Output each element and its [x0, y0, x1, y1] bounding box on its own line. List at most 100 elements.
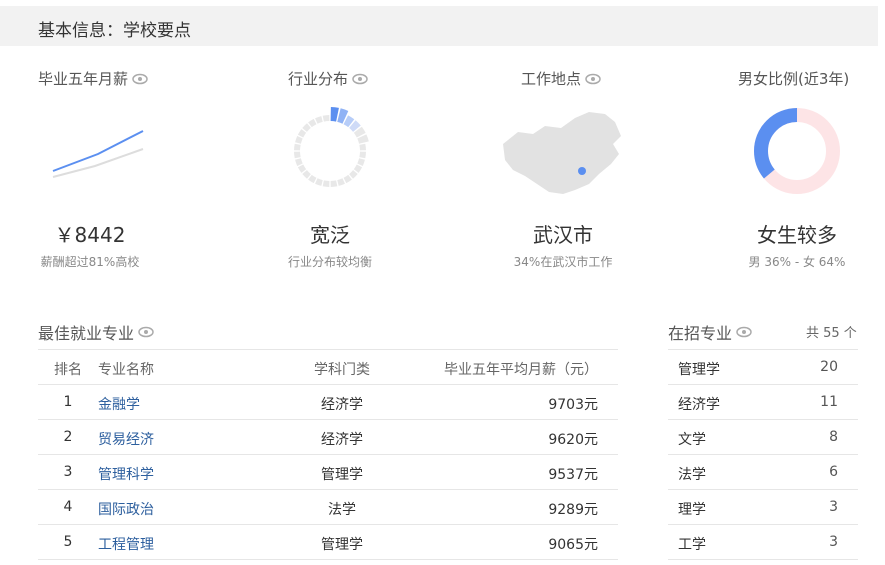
header-bar: 基本信息：学校要点: [0, 6, 878, 46]
industry-segment: [295, 158, 303, 166]
discipline-count: 3: [829, 499, 838, 515]
stat-location-value: 武汉市: [533, 223, 593, 247]
stat-salary-value: ￥8442: [54, 223, 126, 247]
row-rank: 3: [63, 464, 73, 480]
row-rank: 2: [63, 429, 73, 445]
header-rank: 排名: [54, 362, 82, 378]
table-header-row: 排名 专业名称 学科门类 毕业五年平均月薪（元）: [38, 350, 618, 385]
row-rank: 4: [63, 499, 73, 515]
industry-segment: [330, 107, 339, 122]
list-item: 文学 8: [668, 420, 858, 455]
page-title: 基本信息：学校要点: [38, 21, 191, 41]
industry-segment: [315, 116, 323, 124]
stat-industry-label: 行业分布: [288, 70, 349, 88]
industry-segment: [330, 180, 338, 187]
stat-location-label-wrap: 工作地点: [521, 68, 601, 89]
industry-segment: [294, 151, 301, 159]
eye-icon[interactable]: [138, 326, 154, 338]
major-link[interactable]: 金融学: [98, 394, 140, 414]
stat-gender-label: 男女比例(近3年): [738, 70, 850, 88]
industry-segment: [359, 143, 366, 151]
table-row: 3 管理科学 管理学 9537元: [38, 455, 618, 490]
row-category: 管理学: [321, 467, 363, 483]
salary-trend-sparkline: [52, 130, 144, 178]
industry-segment: [359, 151, 366, 159]
eye-icon[interactable]: [585, 73, 601, 85]
table-row: 5 工程管理 管理学 9065元: [38, 525, 618, 560]
discipline-count: 20: [820, 359, 838, 375]
enrolling-table: 管理学 20 经济学 11 文学 8 法学 6 理学 3 工学 3: [668, 349, 858, 560]
industry-segment: [302, 123, 311, 132]
gender-ratio-donut: [754, 108, 840, 194]
eye-icon[interactable]: [736, 326, 752, 338]
discipline-name: 管理学: [678, 362, 720, 378]
table-row: 2 贸易经济 经济学 9620元: [38, 420, 618, 455]
row-category: 经济学: [321, 432, 363, 448]
stat-salary-label-wrap: 毕业五年月薪: [38, 68, 148, 89]
stat-location: 工作地点 武汉市 34%在武汉市工作: [463, 68, 663, 278]
discipline-name: 理学: [678, 502, 706, 518]
industry-segment: [322, 180, 330, 187]
discipline-count: 8: [829, 429, 838, 445]
discipline-name: 文学: [678, 432, 706, 448]
major-link[interactable]: 工程管理: [98, 534, 154, 554]
discipline-count: 11: [820, 394, 838, 410]
stat-salary: 毕业五年月薪 ￥8442 薪酬超过81%高校: [0, 68, 200, 278]
discipline-name: 工学: [678, 537, 706, 553]
industry-segment: [308, 118, 317, 128]
list-item: 管理学 20: [668, 350, 858, 385]
row-salary: 9289元: [548, 502, 598, 518]
industry-segment: [308, 174, 317, 184]
wuhan-location-dot: [578, 167, 586, 175]
list-item: 工学 3: [668, 525, 858, 560]
industry-segment: [294, 143, 301, 151]
stat-industry-sub: 行业分布较均衡: [287, 255, 372, 269]
stat-gender-label-wrap: 男女比例(近3年): [738, 68, 849, 89]
stat-location-label: 工作地点: [521, 70, 582, 88]
best-majors-title: 最佳就业专业: [38, 324, 135, 343]
header-category: 学科门类: [314, 362, 370, 378]
discipline-count: 6: [829, 464, 838, 480]
major-link[interactable]: 管理科学: [98, 464, 154, 484]
discipline-count: 3: [829, 534, 838, 550]
stat-gender-sub: 男 36% - 女 64%: [748, 255, 846, 269]
row-rank: 1: [63, 394, 73, 410]
header-name: 专业名称: [98, 362, 154, 378]
eye-icon[interactable]: [132, 73, 148, 85]
industry-segment: [343, 174, 352, 184]
stat-salary-label: 毕业五年月薪: [38, 70, 129, 88]
list-item: 经济学 11: [668, 385, 858, 420]
industry-segment: [337, 178, 345, 186]
row-salary: 9703元: [548, 397, 598, 413]
table-row: 1 金融学 经济学 9703元: [38, 385, 618, 420]
row-salary: 9065元: [548, 537, 598, 553]
enrolling-title-wrap: 在招专业: [668, 320, 752, 344]
row-salary: 9537元: [548, 467, 598, 483]
best-majors-table: 排名 专业名称 学科门类 毕业五年平均月薪（元） 1 金融学 经济学 9703元…: [38, 349, 618, 560]
enrolling-total: 共 55 个: [806, 326, 857, 341]
industry-segment: [302, 170, 311, 179]
industry-segment: [353, 164, 363, 173]
stat-gender-value: 女生较多: [757, 223, 837, 247]
row-category: 法学: [328, 502, 356, 518]
header-salary: 毕业五年平均月薪（元）: [444, 362, 598, 378]
table-row: 4 国际政治 法学 9289元: [38, 490, 618, 525]
industry-distribution-donut: [294, 107, 369, 187]
industry-segment: [357, 158, 365, 166]
stat-industry-value: 宽泛: [310, 223, 350, 247]
major-link[interactable]: 贸易经济: [98, 429, 154, 449]
row-rank: 5: [63, 534, 73, 550]
china-map-icon: [503, 112, 621, 194]
major-link[interactable]: 国际政治: [98, 499, 154, 519]
industry-segment: [349, 170, 358, 179]
list-item: 法学 6: [668, 455, 858, 490]
industry-segment: [297, 129, 307, 138]
enrolling-title: 在招专业: [668, 324, 733, 343]
list-item: 理学 3: [668, 490, 858, 525]
industry-segment: [295, 136, 303, 144]
eye-icon[interactable]: [352, 73, 368, 85]
industry-segment: [315, 178, 323, 186]
stat-gender: 男女比例(近3年) 女生较多 男 36% - 女 64%: [697, 68, 885, 278]
industry-segment: [322, 115, 330, 122]
row-category: 管理学: [321, 537, 363, 553]
